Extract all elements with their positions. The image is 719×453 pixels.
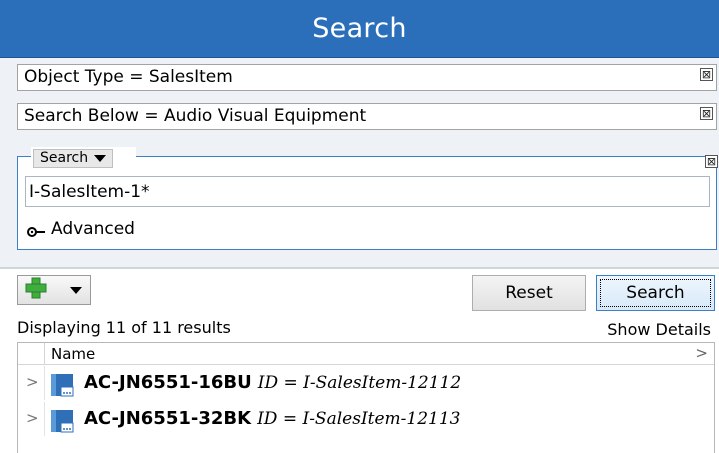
remove-criterion-icon[interactable]: ⊠ (700, 68, 713, 81)
chevron-right-icon[interactable]: > (695, 343, 708, 363)
advanced-label: Advanced (51, 219, 135, 239)
sales-item-icon (50, 373, 76, 397)
search-header: Search (0, 0, 719, 58)
result-count: Displaying 11 of 11 results (17, 318, 231, 337)
dropdown-arrow-icon (94, 155, 107, 162)
search-mode-label: Search (40, 150, 89, 166)
results-table: Name > > AC-JN6551-16BU ID = I-SalesItem-… (17, 342, 715, 453)
criterion-label: Search Below = Audio Visual Equipment (24, 106, 367, 126)
plus-icon (24, 277, 48, 303)
table-row[interactable]: > AC-JN6551-32BK ID = I-SalesItem-12113 (18, 402, 714, 436)
column-separator (44, 402, 45, 436)
search-group: Search ⊠ Advanced (17, 147, 718, 250)
item-name[interactable]: AC-JN6551-16BU ID = I-SalesItem-12112 (84, 372, 461, 394)
search-mode-dropdown[interactable]: Search (33, 149, 114, 168)
item-name-text: AC-JN6551-16BU (84, 372, 252, 393)
item-name-text: AC-JN6551-32BK (84, 408, 252, 429)
criterion-object-type: Object Type = SalesItem ⊠ (17, 64, 717, 91)
expand-chevron-icon[interactable]: > (26, 373, 39, 391)
table-header: Name > (18, 343, 714, 365)
remove-criterion-icon[interactable]: ⊠ (700, 107, 713, 120)
item-id: ID = I-SalesItem-12112 (257, 373, 462, 393)
item-id: ID = I-SalesItem-12113 (257, 409, 461, 429)
search-button[interactable]: Search (596, 275, 715, 311)
page-title: Search (312, 13, 407, 44)
column-separator (44, 343, 45, 365)
column-header-name[interactable]: Name (51, 344, 95, 364)
search-input[interactable] (25, 176, 710, 207)
expand-chevron-icon[interactable]: > (26, 409, 39, 427)
advanced-toggle[interactable]: Advanced (27, 219, 135, 239)
item-name[interactable]: AC-JN6551-32BK ID = I-SalesItem-12113 (84, 408, 461, 430)
focus-ring (600, 279, 711, 307)
show-details-link[interactable]: Show Details (607, 320, 711, 340)
criterion-search-below: Search Below = Audio Visual Equipment ⊠ (17, 103, 717, 130)
remove-search-group-icon[interactable]: ⊠ (705, 155, 718, 168)
dropdown-arrow-icon (70, 286, 82, 294)
table-row[interactable]: > AC-JN6551-16BU ID = I-SalesItem-12112 (18, 366, 714, 400)
add-button[interactable] (17, 275, 91, 305)
sales-item-icon (50, 409, 76, 433)
key-icon (27, 223, 47, 237)
divider (0, 267, 719, 269)
search-mode-legend: Search (31, 147, 136, 168)
column-separator (44, 366, 45, 400)
criterion-label: Object Type = SalesItem (24, 67, 233, 87)
reset-button[interactable]: Reset (472, 275, 586, 311)
